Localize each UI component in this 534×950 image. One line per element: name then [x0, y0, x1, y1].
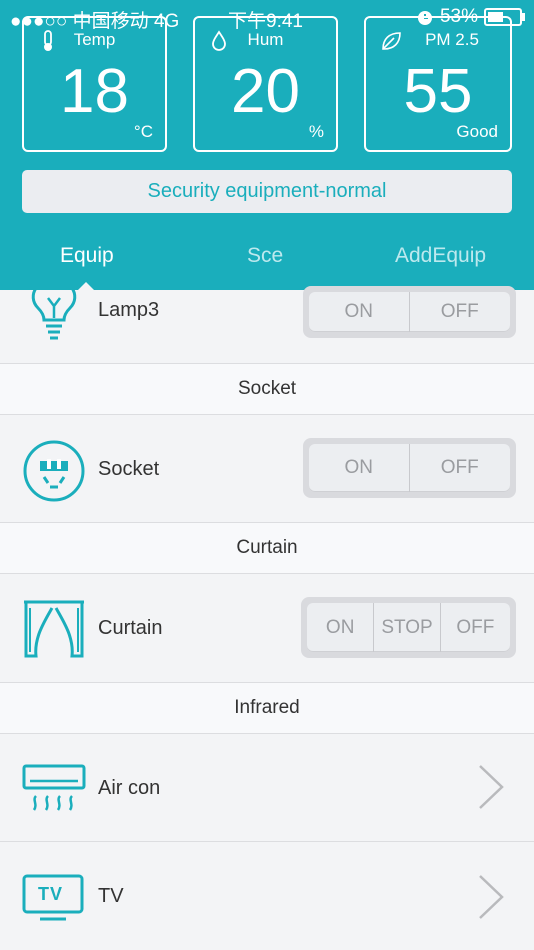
- tab-add-equip[interactable]: AddEquip: [395, 244, 486, 268]
- curtain-icon: [24, 600, 84, 658]
- pm25-unit: Good: [456, 122, 498, 141]
- lamp3-on-button[interactable]: ON: [309, 292, 410, 332]
- security-status-bar[interactable]: Security equipment-normal: [22, 170, 512, 213]
- curtain-switch: ON STOP OFF: [301, 597, 516, 658]
- chevron-right-icon[interactable]: [478, 764, 504, 810]
- section-header-curtain: Curtain: [0, 523, 534, 574]
- humidity-label: Hum: [247, 30, 284, 49]
- socket-on-button[interactable]: ON: [309, 444, 410, 492]
- list-item-tv[interactable]: TV TV: [0, 842, 534, 950]
- air-conditioner-icon: [22, 764, 86, 811]
- list-item-aircon[interactable]: Air con: [0, 734, 534, 842]
- temp-label: Temp: [73, 30, 116, 49]
- socket-icon: [23, 440, 85, 502]
- list-item-socket: Socket ON OFF: [0, 415, 534, 523]
- curtain-on-button[interactable]: ON: [307, 603, 375, 652]
- tab-equip[interactable]: Equip: [60, 244, 114, 268]
- temp-value: 18: [60, 57, 129, 126]
- header-panel: ●●●○○ 中国移动 4G 下午9:41 53% Temp 18 °C Hum …: [0, 0, 534, 290]
- section-header-socket: Socket: [0, 364, 534, 415]
- tv-icon-label: TV: [38, 884, 64, 904]
- pm25-label: PM 2.5: [425, 30, 479, 49]
- humidity-card[interactable]: Hum 20 %: [193, 16, 338, 152]
- lamp3-name: Lamp3: [98, 299, 160, 321]
- curtain-off-button[interactable]: OFF: [440, 603, 510, 652]
- list-item-curtain: Curtain ON STOP OFF: [0, 574, 534, 683]
- socket-switch: ON OFF: [303, 438, 516, 498]
- humidity-unit: %: [308, 122, 324, 141]
- chevron-right-icon[interactable]: [478, 874, 504, 920]
- aircon-name: Air con: [98, 777, 161, 799]
- curtain-stop-button[interactable]: STOP: [374, 603, 441, 652]
- lamp3-off-button[interactable]: OFF: [409, 292, 510, 332]
- temp-card[interactable]: Temp 18 °C: [22, 16, 167, 152]
- pm25-value: 55: [403, 57, 473, 126]
- tv-name: TV: [98, 885, 124, 907]
- curtain-name: Curtain: [98, 617, 163, 639]
- socket-off-button[interactable]: OFF: [409, 444, 510, 492]
- section-header-infrared: Infrared: [0, 683, 534, 734]
- socket-name: Socket: [98, 458, 160, 480]
- temp-unit: °C: [133, 122, 153, 141]
- pm25-card[interactable]: PM 2.5 55 Good: [364, 16, 512, 152]
- humidity-value: 20: [231, 57, 300, 126]
- list-item-lamp3: Lamp3 ON OFF: [0, 286, 534, 364]
- active-tab-indicator: [78, 282, 94, 290]
- tab-scene[interactable]: Sce: [247, 244, 283, 268]
- lightbulb-icon: [31, 287, 77, 340]
- lamp3-switch: ON OFF: [303, 286, 516, 338]
